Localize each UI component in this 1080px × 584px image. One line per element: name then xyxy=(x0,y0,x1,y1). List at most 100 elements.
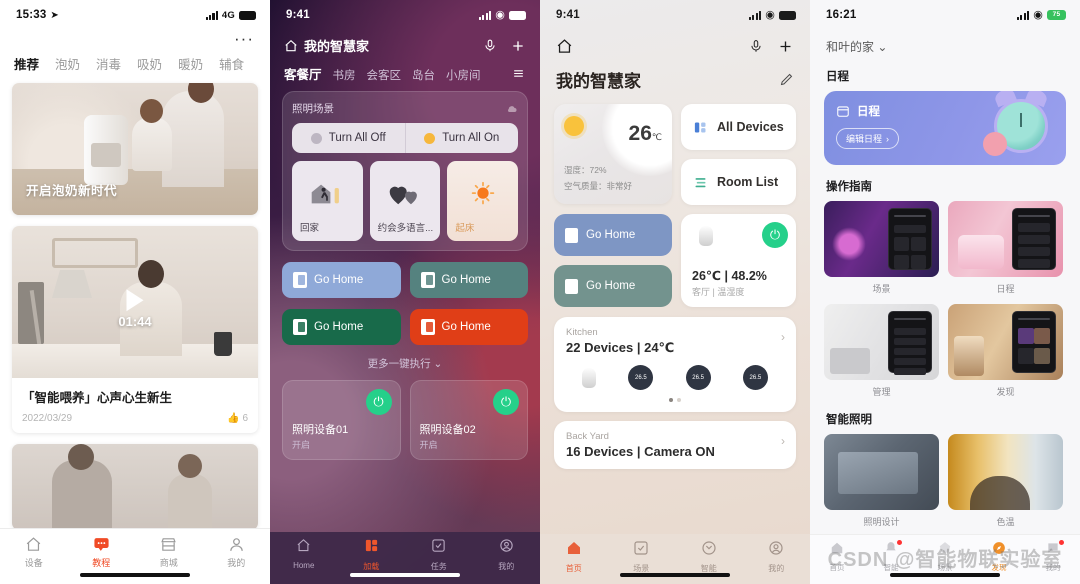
device-name-1: 照明设备01 xyxy=(292,424,349,436)
all-devices-button[interactable]: All Devices xyxy=(681,104,796,150)
tabbar-item-scene[interactable]: 场景 xyxy=(608,540,676,574)
scene-wake-up[interactable]: 起床 xyxy=(447,161,519,241)
power-icon[interactable]: ⏻ xyxy=(762,222,788,248)
thermostat-knob-2[interactable]: 26.5 xyxy=(685,365,711,390)
device-card-1[interactable]: ⏻ 照明设备01 开启 xyxy=(282,380,401,460)
sensor-sub: 客厅 | 温湿度 xyxy=(692,287,745,297)
like-count[interactable]: 👍 6 xyxy=(227,413,248,424)
thermostat-knob-1[interactable]: 26.5 xyxy=(628,365,654,390)
go-home-button-1[interactable]: Go Home xyxy=(282,262,401,298)
tabbar-item-home[interactable]: Home xyxy=(270,538,338,570)
network-label: 4G xyxy=(221,9,235,21)
home-selector[interactable]: 和叶的家 ⌄ xyxy=(810,30,1080,55)
tabbar-item-devices[interactable]: 设备 xyxy=(0,536,68,569)
go-home-button-1[interactable]: Go Home xyxy=(554,214,672,256)
hero-banner-card[interactable]: 开启泡奶新时代 xyxy=(12,83,258,215)
wifi-icon: ◉ xyxy=(495,8,505,21)
tabbar-item-mine[interactable]: 我的 xyxy=(473,538,541,572)
room-card-kitchen[interactable]: › Kitchen 22 Devices | 24℃ 26.5 26.5 26.… xyxy=(554,317,796,412)
scene-date-multilang[interactable]: 约会多语言... xyxy=(369,161,441,241)
backyard-info: 16 Devices | Camera ON xyxy=(566,444,715,459)
status-bar: 16:21 ◉ 75 xyxy=(810,0,1080,30)
power-icon[interactable]: ⏻ xyxy=(365,389,392,415)
tabbar-item-store[interactable]: 商城 xyxy=(135,536,203,569)
guide-caption-schedule: 日程 xyxy=(996,284,1015,294)
room-tab-guest[interactable]: 会客区 xyxy=(367,67,402,83)
list-icon xyxy=(695,177,706,187)
video-thumbnail[interactable]: 01:44 xyxy=(12,226,258,378)
device-cards: ⏻ 照明设备01 开启 ⏻ 照明设备02 开启 xyxy=(270,380,540,460)
room-card-backyard[interactable]: › Back Yard 16 Devices | Camera ON xyxy=(554,421,796,469)
turn-all-on-button[interactable]: Turn All On xyxy=(406,123,519,153)
guide-item-scene[interactable]: 场景 xyxy=(824,201,939,295)
tabbar-item-mine[interactable]: 我的 xyxy=(743,540,811,574)
feed-list: 开启泡奶新时代 01:44 「智能喂养」心声心生新生 2022/03/29 👍 … xyxy=(0,83,270,530)
go-home-label-1: Go Home xyxy=(586,229,636,241)
lighting-item-temperature[interactable]: 色温 xyxy=(948,434,1063,528)
sensor-card[interactable]: ⏻ 26℃ | 48.2% 客厅 | 温湿度 xyxy=(681,214,796,307)
devices-icon xyxy=(694,122,706,132)
all-devices-label: All Devices xyxy=(717,120,784,134)
person-circle-icon xyxy=(769,541,783,555)
room-tab-living[interactable]: 客餐厅 xyxy=(284,64,322,83)
scene-go-home[interactable]: 回家 xyxy=(292,161,363,241)
tabbar-item-profile[interactable]: 我的 xyxy=(203,536,271,569)
tabbar-item-load[interactable]: 加载 xyxy=(338,538,406,572)
phone-mock-shape xyxy=(1012,311,1056,373)
overflow-menu-button[interactable]: ··· xyxy=(0,30,270,47)
tutorial-icon xyxy=(94,538,109,551)
plus-icon[interactable] xyxy=(777,38,794,55)
door-icon xyxy=(420,272,435,288)
video-card[interactable]: 01:44 「智能喂养」心声心生新生 2022/03/29 👍 6 xyxy=(12,226,258,433)
go-home-button-4[interactable]: Go Home xyxy=(409,309,528,345)
pencil-icon[interactable] xyxy=(779,72,794,87)
room-tab-study[interactable]: 书房 xyxy=(333,67,356,83)
edit-schedule-button[interactable]: 编辑日程 › xyxy=(836,128,900,149)
room-list-button[interactable]: Room List xyxy=(681,159,796,205)
tabbar-item-tasks[interactable]: 任务 xyxy=(405,538,473,572)
tab-milk[interactable]: 泡奶 xyxy=(55,54,80,73)
status-time: 16:21 xyxy=(826,9,857,21)
device-state-1: 开启 xyxy=(292,440,311,450)
tab-warm[interactable]: 暖奶 xyxy=(178,54,203,73)
microphone-icon[interactable] xyxy=(483,38,497,54)
more-actions-button[interactable]: 更多一键执行 ⌄ xyxy=(270,345,540,380)
video-duration: 01:44 xyxy=(118,314,152,330)
third-card[interactable] xyxy=(12,444,258,530)
lighting-item-design[interactable]: 照明设计 xyxy=(824,434,939,528)
go-home-button-2[interactable]: Go Home xyxy=(554,265,672,307)
play-icon[interactable] xyxy=(126,289,144,312)
guide-item-manage[interactable]: 管理 xyxy=(824,304,939,398)
bulb-icon[interactable] xyxy=(582,367,597,388)
tab-recommend[interactable]: 推荐 xyxy=(14,54,39,73)
power-icon[interactable]: ⏻ xyxy=(493,389,519,415)
weather-card[interactable]: 26℃ 湿度：72% 空气质量：非常好 xyxy=(554,104,672,204)
turn-all-off-button[interactable]: Turn All Off xyxy=(292,123,406,153)
microphone-icon[interactable] xyxy=(749,38,763,55)
guide-item-schedule[interactable]: 日程 xyxy=(948,201,1063,295)
tab-food[interactable]: 辅食 xyxy=(219,54,244,73)
tabbar-label-home: Home xyxy=(293,561,315,570)
tabbar-item-smart[interactable]: 智能 xyxy=(675,540,743,574)
lighting-caption-temperature: 色温 xyxy=(996,517,1015,527)
tabbar-item-tutorial[interactable]: 教程 xyxy=(68,536,136,569)
room-tab-small[interactable]: 小房间 xyxy=(446,67,481,83)
home-title-group[interactable]: 我的智慧家 xyxy=(284,36,369,55)
child-shape xyxy=(168,474,212,530)
home-indicator xyxy=(890,573,1000,577)
home-icon[interactable] xyxy=(556,38,573,55)
thermostat-knob-3[interactable]: 26.5 xyxy=(742,365,768,390)
plus-icon[interactable] xyxy=(510,38,526,54)
schedule-card[interactable]: 日程 编辑日程 › xyxy=(824,91,1066,165)
room-tab-island[interactable]: 岛台 xyxy=(412,67,435,83)
guide-item-discover[interactable]: 发现 xyxy=(948,304,1063,398)
guide-thumbnail-manage xyxy=(824,304,939,380)
tabbar-item-home[interactable]: 首页 xyxy=(540,540,608,574)
go-home-button-2[interactable]: Go Home xyxy=(409,262,528,298)
hamburger-icon[interactable] xyxy=(511,67,526,80)
tab-sterilize[interactable]: 消毒 xyxy=(96,54,121,73)
go-home-button-3[interactable]: Go Home xyxy=(282,309,401,345)
door-icon xyxy=(293,272,307,288)
tab-pump[interactable]: 吸奶 xyxy=(137,54,162,73)
device-card-2[interactable]: ⏻ 照明设备02 开启 xyxy=(409,380,528,460)
